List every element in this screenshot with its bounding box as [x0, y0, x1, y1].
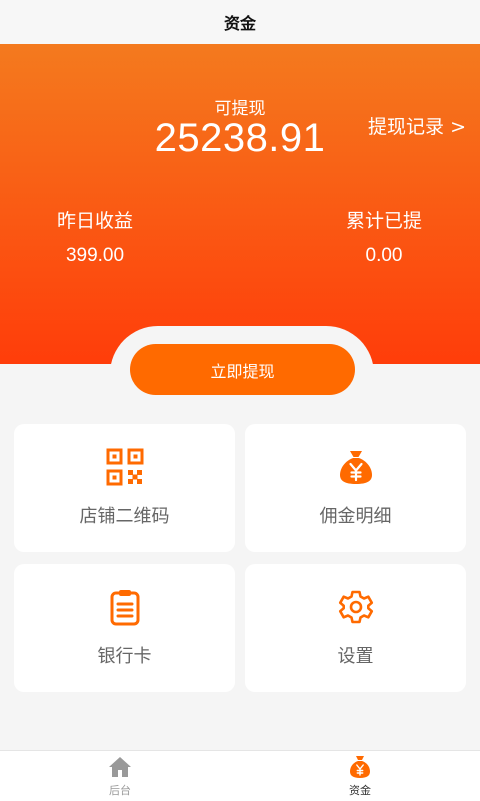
- total-withdrawn: 累计已提 0.00: [294, 206, 474, 267]
- top-bar: 资金: [0, 0, 480, 44]
- tab-funds[interactable]: 资金: [300, 751, 420, 801]
- card-shop-qrcode[interactable]: 店铺二维码: [14, 424, 235, 552]
- tab-label: 后台: [109, 784, 131, 797]
- qr-code-icon: [106, 448, 144, 486]
- yesterday-label: 昨日收益: [56, 210, 133, 232]
- balance-panel: 可提现 25238.91 提现记录 > 昨日收益 399.00 累计已提 0.0…: [0, 44, 480, 364]
- home-icon: [109, 757, 131, 777]
- card-label: 佣金明细: [319, 506, 392, 527]
- total-label: 累计已提: [345, 210, 422, 232]
- yesterday-value: 399.00: [65, 245, 125, 266]
- bottom-tab-bar: 后台 资金: [0, 750, 480, 801]
- clipboard-icon: [110, 590, 140, 626]
- card-bank-card[interactable]: 银行卡: [14, 564, 235, 692]
- money-bag-icon: [340, 451, 372, 484]
- card-label: 设置: [337, 646, 374, 667]
- page-title: 资金: [223, 14, 256, 33]
- card-settings[interactable]: 设置: [245, 564, 466, 692]
- withdraw-record-link[interactable]: 提现记录 >: [368, 112, 466, 139]
- card-label: 银行卡: [97, 646, 152, 667]
- withdraw-now-button[interactable]: 立即提现: [130, 344, 355, 395]
- tab-backend[interactable]: 后台: [60, 751, 180, 801]
- money-bag-icon: [350, 756, 370, 778]
- total-value: 0.00: [365, 245, 403, 266]
- yesterday-earnings: 昨日收益 399.00: [5, 206, 185, 267]
- card-label: 店铺二维码: [79, 506, 170, 527]
- tab-label: 资金: [349, 784, 371, 797]
- card-commission-detail[interactable]: 佣金明细: [245, 424, 466, 552]
- gear-icon: [338, 590, 374, 624]
